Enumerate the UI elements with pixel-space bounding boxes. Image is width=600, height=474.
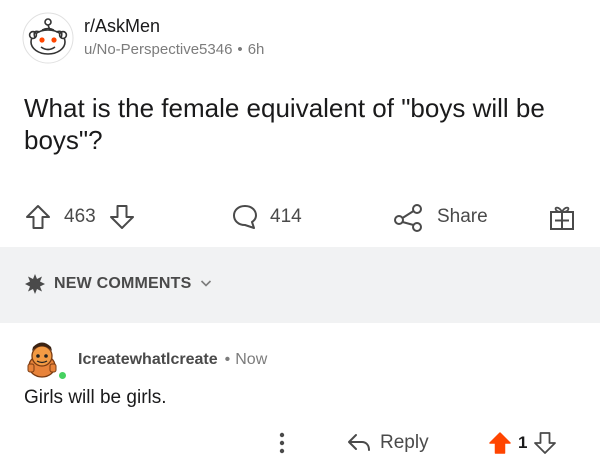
reply-label: Reply xyxy=(380,432,429,453)
more-icon xyxy=(272,430,292,456)
upvote-icon[interactable] xyxy=(488,431,512,455)
award-button[interactable] xyxy=(548,196,576,238)
post-title[interactable]: What is the female equivalent of "boys w… xyxy=(24,92,584,156)
sort-icon xyxy=(24,273,46,295)
sort-dropdown[interactable]: NEW COMMENTS xyxy=(24,273,212,295)
comment-vote-group: 1 xyxy=(488,423,557,463)
share-button[interactable]: Share xyxy=(393,196,488,238)
online-status-dot xyxy=(57,370,68,381)
award-icon xyxy=(548,202,576,232)
more-options-button[interactable] xyxy=(272,423,292,463)
post-age: 6h xyxy=(247,41,265,58)
upvote-icon[interactable] xyxy=(24,203,52,231)
vote-group: 463 xyxy=(24,196,136,238)
post-action-bar: 463 414 Share xyxy=(0,196,600,238)
downvote-icon[interactable] xyxy=(108,203,136,231)
comment-count: 414 xyxy=(270,206,302,227)
comment-score: 1 xyxy=(518,433,528,452)
upvote-count: 463 xyxy=(64,206,96,227)
reply-button[interactable]: Reply xyxy=(346,423,429,463)
comment-age: Now xyxy=(235,351,268,368)
avatar[interactable] xyxy=(22,337,68,383)
meta-separator: • xyxy=(237,41,243,58)
comment-header: Icreatewhatlcreate • Now xyxy=(22,337,267,383)
chevron-down-icon xyxy=(200,275,212,293)
sort-label: NEW COMMENTS xyxy=(54,275,192,292)
subreddit-avatar[interactable] xyxy=(22,12,74,64)
post-author[interactable]: u/No-Perspective5346 xyxy=(84,41,232,58)
comments-sort-bar: NEW COMMENTS xyxy=(0,247,600,323)
comment-action-bar: Reply 1 xyxy=(0,423,600,463)
post-header: r/AskMen u/No-Perspective5346 • 6h xyxy=(22,12,264,64)
snoo-avatar-icon xyxy=(22,12,74,64)
downvote-icon[interactable] xyxy=(533,431,557,455)
share-label: Share xyxy=(437,206,488,227)
comment-body: Girls will be girls. xyxy=(24,387,167,408)
subreddit-name[interactable]: r/AskMen xyxy=(84,15,264,37)
comment-author[interactable]: Icreatewhatlcreate xyxy=(78,351,218,369)
share-icon xyxy=(393,202,425,232)
comment-icon xyxy=(230,202,260,232)
reply-icon xyxy=(346,432,372,454)
comments-button[interactable]: 414 xyxy=(230,196,302,238)
comment-separator: • xyxy=(224,351,231,368)
post-meta: u/No-Perspective5346 • 6h xyxy=(84,39,264,61)
comment-meta: • Now xyxy=(220,351,268,369)
comment: Icreatewhatlcreate • Now Girls will be gi… xyxy=(0,323,600,474)
